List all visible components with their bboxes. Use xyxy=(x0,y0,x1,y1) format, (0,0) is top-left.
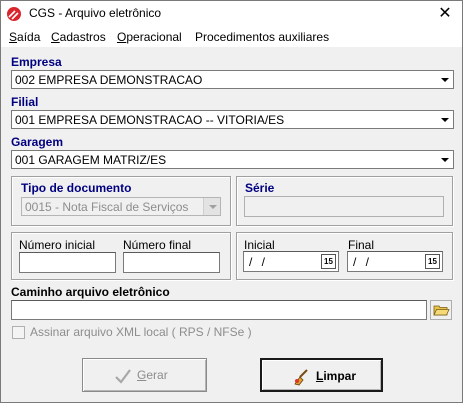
check-mark-icon xyxy=(115,369,131,384)
menu-operacional[interactable]: Operacional xyxy=(117,30,182,44)
calendar-icon[interactable]: 15 xyxy=(321,254,336,269)
serie-input[interactable] xyxy=(244,196,444,217)
gerar-accel: G xyxy=(137,368,147,382)
garagem-value: 001 GARAGEM MATRIZ/ES xyxy=(15,153,167,167)
menu-saida-accel: S xyxy=(9,30,18,44)
caminho-input[interactable] xyxy=(11,300,427,320)
title-bar[interactable]: CGS - Arquivo eletrônico ✕ xyxy=(1,1,462,27)
serie-label: Série xyxy=(245,181,275,195)
cgs-logo-icon xyxy=(7,7,21,21)
empresa-select[interactable]: 002 EMPRESA DEMONSTRACAO xyxy=(11,70,454,89)
menu-procedimentos-auxiliares[interactable]: Procedimentos auxiliares xyxy=(195,30,329,44)
data-final-value: / / xyxy=(353,255,373,269)
numero-final-label: Número final xyxy=(123,238,192,252)
menu-operacional-label: peracional xyxy=(126,30,182,44)
calendar-icon[interactable]: 15 xyxy=(425,254,440,269)
tipo-documento-select[interactable]: 0015 - Nota Fiscal de Serviços xyxy=(21,197,221,216)
data-inicial-label: Inicial xyxy=(244,238,275,252)
garagem-label: Garagem xyxy=(11,135,64,149)
filial-select[interactable]: 001 EMPRESA DEMONSTRACAO -- VITORIA/ES xyxy=(11,110,454,129)
main-window: CGS - Arquivo eletrônico ✕ Saída Cadastr… xyxy=(0,0,463,403)
gerar-rest: erar xyxy=(146,368,168,382)
filial-value: 001 EMPRESA DEMONSTRACAO -- VITORIA/ES xyxy=(15,113,285,127)
limpar-button[interactable]: Limpar xyxy=(260,358,383,392)
numero-inicial-input[interactable] xyxy=(19,252,116,273)
limpar-label: Limpar xyxy=(316,369,356,383)
numero-final-input[interactable] xyxy=(123,252,220,273)
tipo-documento-label: Tipo de documento xyxy=(21,181,132,195)
filial-label: Filial xyxy=(11,95,39,109)
broom-icon xyxy=(294,369,308,386)
menu-operacional-accel: O xyxy=(117,30,127,44)
folder-open-icon xyxy=(433,305,450,316)
chevron-down-icon[interactable] xyxy=(436,71,453,88)
numero-inicial-label: Número inicial xyxy=(19,238,96,252)
data-inicial-input[interactable]: / / 15 xyxy=(243,251,339,272)
data-inicial-value: / / xyxy=(249,255,269,269)
limpar-rest: impar xyxy=(323,369,357,383)
empresa-label: Empresa xyxy=(11,55,62,69)
chevron-down-icon[interactable] xyxy=(436,111,453,128)
menu-saida-label: aída xyxy=(17,30,41,44)
assinar-xml-label: Assinar arquivo XML local ( RPS / NFSe ) xyxy=(30,325,252,339)
caminho-label: Caminho arquivo eletrônico xyxy=(11,285,170,299)
close-icon: ✕ xyxy=(438,5,452,22)
chevron-down-icon[interactable] xyxy=(436,151,453,168)
chevron-down-icon[interactable] xyxy=(203,198,220,215)
menu-cadastros-accel: C xyxy=(51,30,60,44)
data-final-input[interactable]: / / 15 xyxy=(347,251,443,272)
assinar-xml-checkbox[interactable] xyxy=(12,326,25,339)
menu-bar: Saída Cadastros Operacional Procedimento… xyxy=(1,27,462,47)
garagem-select[interactable]: 001 GARAGEM MATRIZ/ES xyxy=(11,150,454,169)
tipo-documento-value: 0015 - Nota Fiscal de Serviços xyxy=(25,200,189,214)
menu-saida[interactable]: Saída xyxy=(9,30,40,44)
empresa-value: 002 EMPRESA DEMONSTRACAO xyxy=(15,73,203,87)
data-final-label: Final xyxy=(348,238,375,252)
gerar-button[interactable]: Gerar xyxy=(82,358,207,392)
browse-folder-button[interactable] xyxy=(430,300,452,320)
menu-procedimentos-label: Procedimentos auxiliares xyxy=(195,30,330,44)
gerar-label: Gerar xyxy=(137,368,168,382)
menu-cadastros-label: adastros xyxy=(59,30,106,44)
close-button[interactable]: ✕ xyxy=(428,1,462,27)
menu-cadastros[interactable]: Cadastros xyxy=(51,30,106,44)
window-title: CGS - Arquivo eletrônico xyxy=(29,6,162,20)
